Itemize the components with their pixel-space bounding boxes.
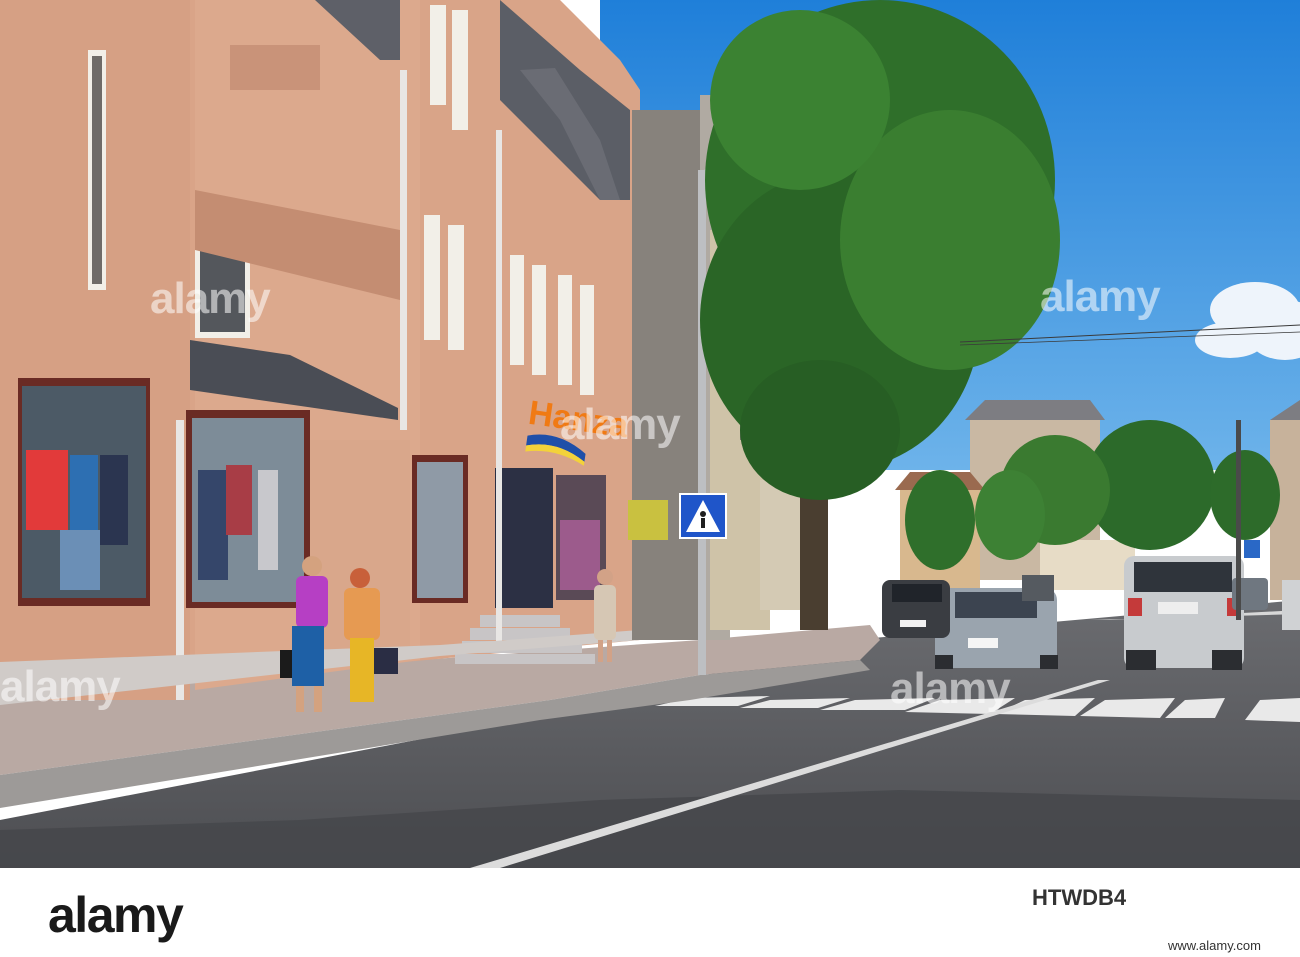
street-photo: Hanza alamy alamy alamy alamy alamy (0, 0, 1300, 868)
site-url[interactable]: www.alamy.com (1168, 938, 1261, 953)
footer-bar: alamy (0, 868, 1300, 957)
car-dark-sedan (882, 580, 950, 638)
image-id: HTWDB4 (1032, 885, 1127, 910)
alamy-logo[interactable]: alamy (48, 886, 184, 944)
pedestrian-crossing-sign (679, 493, 727, 539)
image-id-label: HTWDB4 (1032, 885, 1126, 911)
car-suv (1124, 556, 1244, 670)
